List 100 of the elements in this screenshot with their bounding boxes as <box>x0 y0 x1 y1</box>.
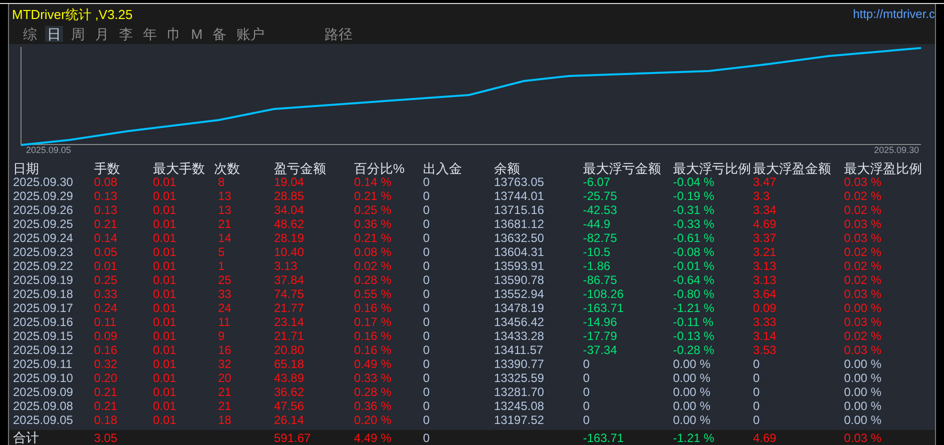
table-cell-text: -1.21 % <box>673 432 716 444</box>
tab[interactable]: 备 <box>210 26 229 42</box>
column-header: 次数 <box>214 162 241 175</box>
table-cell-text: -6.07 <box>583 176 612 188</box>
table-cell-text: 28.19 <box>274 232 306 244</box>
table-cell-text: 0.00 % <box>844 372 882 384</box>
table-cell-text: 21 <box>217 386 232 398</box>
table-cell-text: 13632.50 <box>494 232 546 244</box>
table-cell-text: -0.31 % <box>673 204 716 216</box>
table-cell-text: 2025.09.30 <box>13 176 74 188</box>
table-cell-text: 0.03 % <box>844 432 882 444</box>
tab[interactable]: 年 <box>141 26 159 42</box>
tab[interactable]: 账户 <box>234 26 267 42</box>
tab[interactable]: 综 <box>21 26 39 42</box>
table-cell-text: 13593.91 <box>494 260 546 272</box>
website-link[interactable]: http://mtdriver.c <box>852 8 935 20</box>
table-cell-text: 13744.01 <box>494 190 546 202</box>
table-cell-text: 0 <box>423 204 431 216</box>
table-cell-text: 3.3 <box>753 190 771 202</box>
table-cell-text: 37.84 <box>274 274 306 286</box>
table-cell-text: 0.14 % <box>354 176 392 188</box>
table-cell-text: -42.53 <box>583 204 618 216</box>
table-cell-text: 13478.19 <box>494 302 546 314</box>
table-cell-text: 0.03 % <box>844 218 882 230</box>
table-cell-text: 0.13 <box>94 190 118 202</box>
table-cell-text: 0.11 <box>94 316 118 328</box>
table-cell-text: 0.02 % <box>844 190 882 202</box>
table-cell-text: 0.01 <box>153 274 178 286</box>
table-cell-text: 21.71 <box>274 330 306 342</box>
table-cell-text: 34.04 <box>274 204 306 216</box>
table-cell-text: 4.69 <box>753 432 778 444</box>
table-cell-text: 0.28 % <box>354 274 392 286</box>
tab[interactable]: 周 <box>69 26 87 42</box>
table-cell-text: 0.00 % <box>844 414 882 426</box>
column-header: 最大浮盈比例 <box>844 162 923 175</box>
table-cell-text: 13433.28 <box>494 330 546 342</box>
table-cell-text: 0.36 % <box>354 400 392 412</box>
table-cell-text: 2025.09.23 <box>13 246 74 258</box>
table-cell-text: 0 <box>753 414 761 426</box>
table-cell-text: 0.16 % <box>354 330 392 342</box>
table-cell-text: 2025.09.05 <box>13 414 74 426</box>
tab[interactable]: M <box>189 26 205 42</box>
table-cell-text: 0.00 % <box>844 302 882 314</box>
table-cell-text: 23.14 <box>274 316 306 328</box>
table-cell-text: 0.01 <box>153 358 178 370</box>
table-cell-text: 0 <box>423 400 431 412</box>
column-header: 手数 <box>94 162 121 175</box>
table-cell-text: 32 <box>217 358 232 370</box>
table-cell-text: 13763.05 <box>494 176 546 188</box>
axis-label: 2025.09.05 <box>26 146 72 155</box>
tab[interactable]: 李 <box>117 26 135 42</box>
table-cell-text: 0.03 % <box>844 232 882 244</box>
table-cell-text: 0 <box>423 232 431 244</box>
table-cell-text: 13715.16 <box>494 204 546 216</box>
table-cell-text: 33 <box>217 288 232 300</box>
table-cell-text: 0.01 <box>153 400 178 412</box>
table-cell-text: 13681.12 <box>494 218 546 230</box>
table-cell-text: 0 <box>583 358 591 370</box>
tab[interactable]: 日 <box>45 26 63 42</box>
table-cell-text: -25.75 <box>583 190 618 202</box>
table-cell-text: 0.02 % <box>844 204 882 216</box>
table-cell-text: -1.86 <box>583 260 612 272</box>
table-cell-text: 25 <box>217 274 232 286</box>
table-cell-text: 0.00 % <box>844 400 882 412</box>
table-cell-text: 3.47 <box>753 176 778 188</box>
table-cell-text: -10.5 <box>583 246 612 258</box>
table-cell-text: -0.04 % <box>673 176 716 188</box>
table-cell-text: 0.17 % <box>354 316 392 328</box>
table-cell-text: 0.01 <box>153 232 178 244</box>
table-cell-text: -0.08 % <box>673 246 716 258</box>
table-cell-text: 0.02 % <box>844 246 882 258</box>
table-cell-text: -0.11 % <box>673 316 714 328</box>
window-title: MTDriver统计 ,V3.25 <box>12 8 133 20</box>
table-cell-text: -1.21 % <box>673 302 716 314</box>
table-cell-text: 5 <box>217 246 226 258</box>
table-cell-text: 28.85 <box>274 190 306 202</box>
table-cell-text: 20.80 <box>274 344 306 356</box>
column-header: 余额 <box>494 162 521 175</box>
table-cell-text: 2025.09.24 <box>13 232 74 244</box>
table-cell-text: 14 <box>217 232 232 244</box>
table-cell-text: 0.25 % <box>354 204 392 216</box>
column-header: 百分比% <box>354 162 406 175</box>
table-cell-text: 3.64 <box>753 288 778 300</box>
table-cell-text: 3.37 <box>753 232 778 244</box>
table-cell-text: -37.34 <box>583 344 618 356</box>
tab[interactable]: 路径 <box>322 26 355 42</box>
table-cell-text: 0.14 <box>94 232 118 244</box>
table-cell-text: 0.16 % <box>354 302 392 314</box>
table-cell-text: 0.33 % <box>354 372 392 384</box>
table-cell-text: 1 <box>217 260 226 272</box>
table-cell-text: 10.40 <box>274 246 306 258</box>
table-cell-text: 0.00 % <box>673 386 712 398</box>
table-cell-text: 0.18 <box>94 414 118 426</box>
tab[interactable]: 巾 <box>165 26 183 42</box>
table-cell-text: 0.00 % <box>844 358 882 370</box>
table-cell-text: 0.01 <box>153 176 178 188</box>
table-cell-text: 0.02 % <box>844 330 882 342</box>
tab[interactable]: 月 <box>93 26 111 42</box>
table-cell-text: 0 <box>423 344 431 356</box>
table-cell-text: -82.75 <box>583 232 618 244</box>
